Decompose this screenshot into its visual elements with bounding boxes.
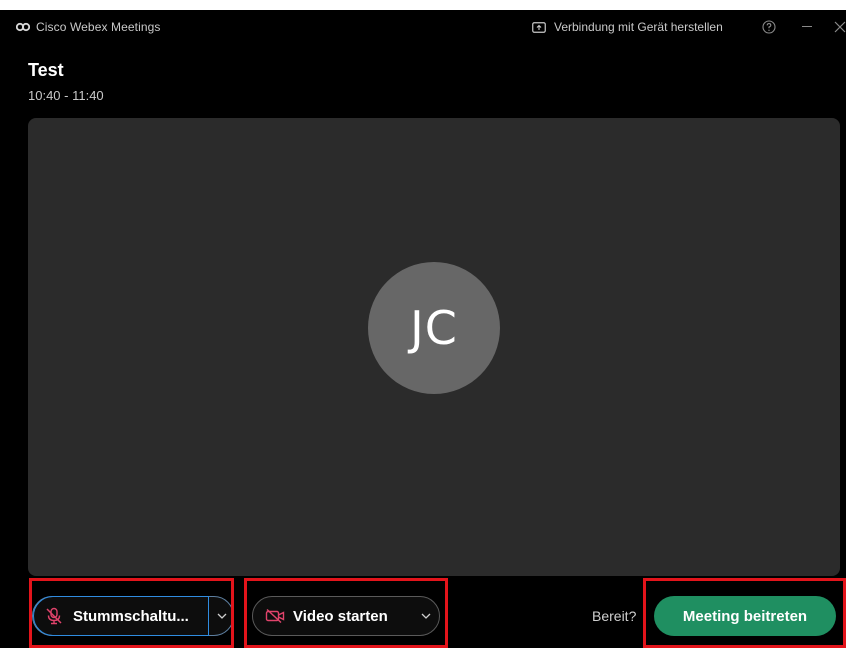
mute-button[interactable]: Stummschaltu...: [33, 596, 209, 636]
mute-button-label: Stummschaltu...: [73, 607, 189, 625]
ready-label: Bereit?: [592, 608, 637, 624]
chevron-down-icon[interactable]: [215, 609, 229, 623]
mic-off-icon: [46, 607, 62, 625]
close-icon[interactable]: [834, 20, 846, 34]
video-preview: JC: [28, 118, 840, 576]
device-connect-button[interactable]: Verbindung mit Gerät herstellen: [532, 18, 723, 36]
avatar: JC: [368, 262, 500, 394]
top-strip: [0, 0, 846, 10]
meeting-time: 10:40 - 11:40: [28, 88, 104, 103]
start-video-button[interactable]: Video starten: [252, 596, 440, 636]
app-name: Cisco Webex Meetings: [36, 20, 161, 34]
meeting-title: Test: [28, 60, 64, 80]
minimize-icon[interactable]: [802, 26, 812, 27]
start-video-label: Video starten: [293, 607, 388, 625]
webex-logo-icon: [16, 22, 30, 32]
device-connect-icon: [532, 21, 546, 33]
join-meeting-button[interactable]: Meeting beitreten: [654, 596, 836, 636]
help-icon[interactable]: [762, 20, 776, 34]
title-bar: Cisco Webex Meetings Verbindung mit Gerä…: [0, 10, 846, 44]
device-connect-label: Verbindung mit Gerät herstellen: [554, 20, 723, 34]
mute-control: Stummschaltu...: [32, 596, 234, 636]
chevron-down-icon[interactable]: [419, 609, 433, 623]
video-off-icon: [265, 608, 285, 624]
webex-window: Cisco Webex Meetings Verbindung mit Gerä…: [0, 10, 846, 648]
